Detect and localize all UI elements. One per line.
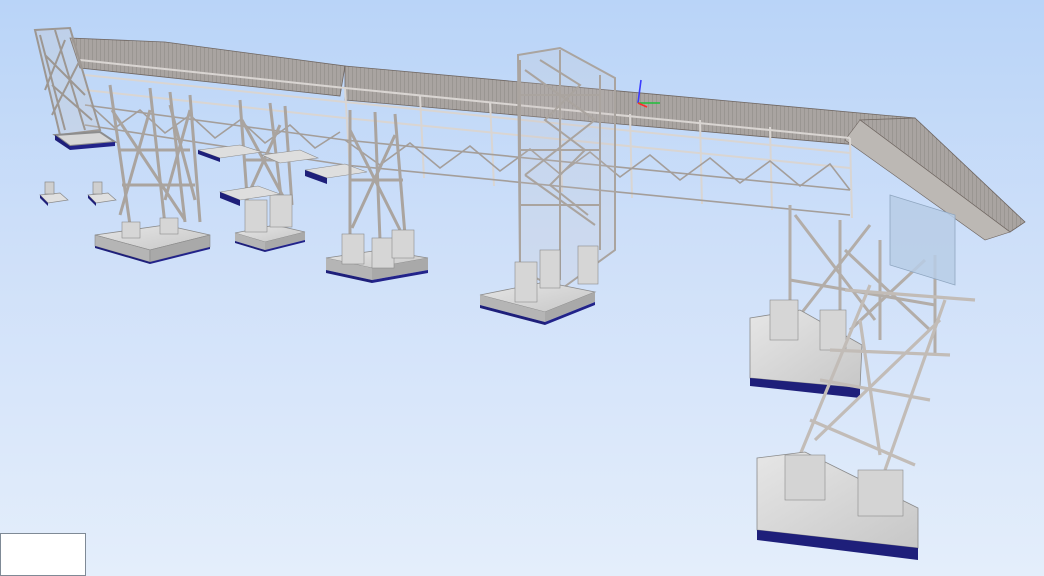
3d-model-viewport[interactable] (0, 0, 1044, 576)
isolated-footings-left (39, 181, 117, 206)
frame-bent-1 (94, 84, 211, 264)
frame-bent-2 (234, 99, 306, 252)
pipe-rack-structure (33, 26, 1026, 560)
frame-bent-3 (325, 110, 429, 283)
blank-panel (0, 533, 86, 576)
